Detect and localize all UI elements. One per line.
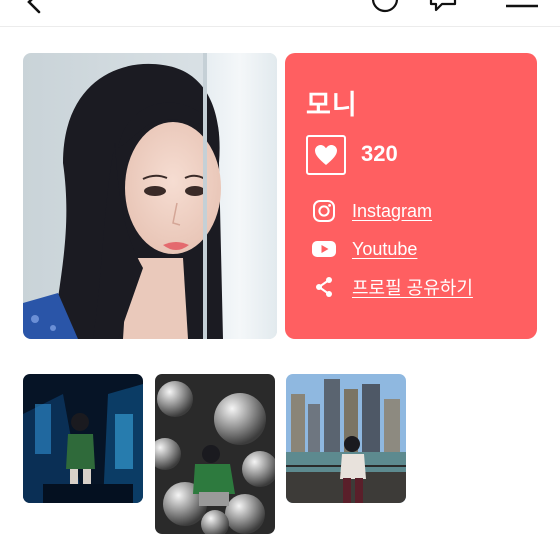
gallery-thumbnail[interactable] [23,374,143,503]
share-profile-link[interactable]: 프로필 공유하기 [311,274,473,300]
back-arrow-icon[interactable] [22,0,46,14]
instagram-link[interactable]: Instagram [311,198,432,224]
youtube-link-label[interactable]: Youtube [352,239,417,260]
hamburger-menu-icon[interactable] [504,0,540,12]
like-button[interactable] [306,135,346,175]
share-icon [311,274,337,300]
profile-photo[interactable] [23,53,277,339]
like-count: 320 [361,141,398,166]
info-icon[interactable] [370,0,400,14]
youtube-link[interactable]: Youtube [311,236,417,262]
profile-name: 모니 [306,90,358,120]
instagram-link-label[interactable]: Instagram [352,201,432,222]
gallery-thumbnail[interactable] [286,374,406,503]
top-navigation-bar [0,0,560,27]
heart-icon [315,145,337,165]
chat-bubble-icon[interactable] [428,0,458,12]
youtube-icon [311,236,337,262]
gallery-thumbnail[interactable] [155,374,275,534]
profile-info-card: 모니 320 Instagram Youtube 프로필 공유하기 [285,53,537,339]
instagram-icon [311,198,337,224]
share-profile-label[interactable]: 프로필 공유하기 [352,274,473,300]
